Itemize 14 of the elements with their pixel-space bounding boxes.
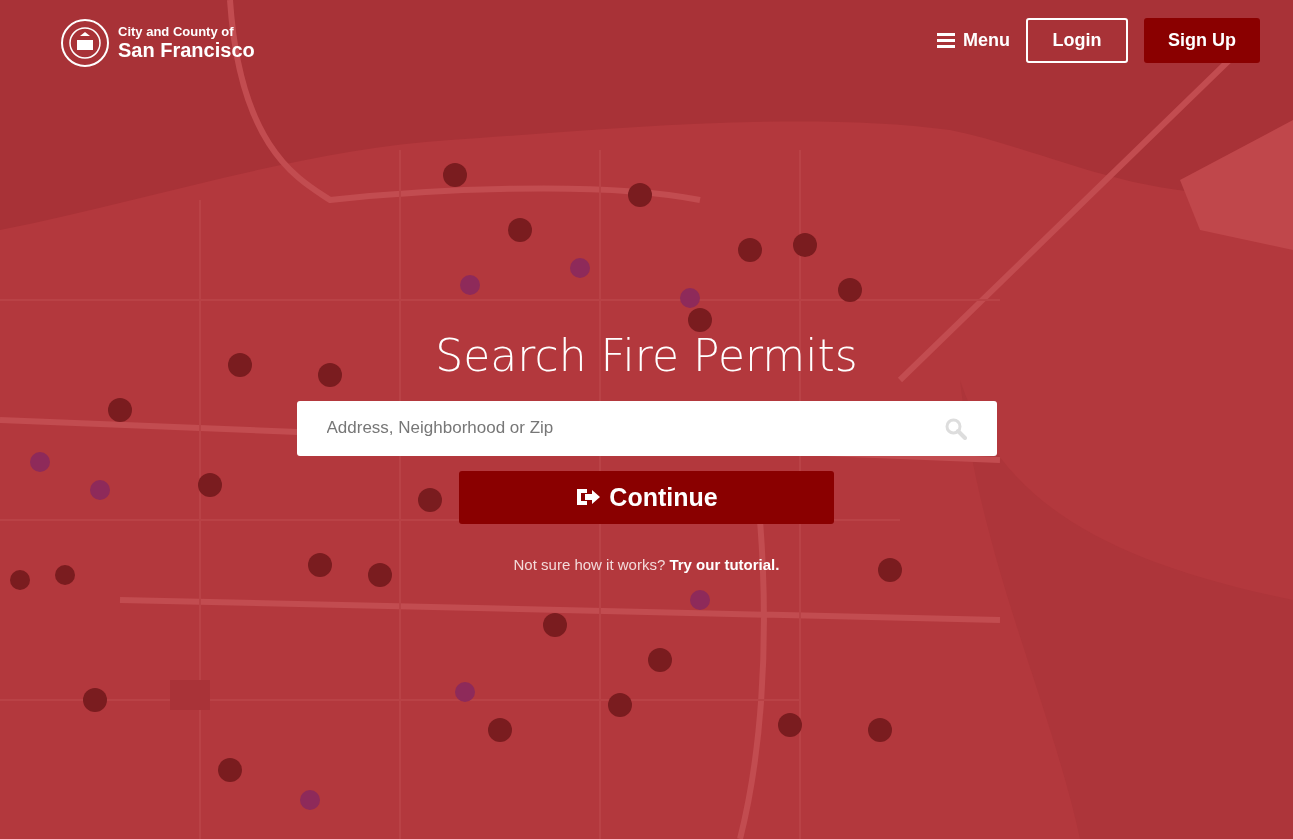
sign-up-button[interactable]: Sign Up xyxy=(1144,18,1260,63)
page-title: Search Fire Permits xyxy=(435,330,858,383)
logo-text: City and County of xyxy=(118,24,235,40)
menu-icon xyxy=(937,33,955,48)
enter-icon xyxy=(575,487,602,508)
help-text: Not sure how it works? Try our tutorial. xyxy=(513,554,780,575)
continue-button[interactable]: Continue xyxy=(459,470,834,524)
logo-title: San Francisco xyxy=(118,39,255,62)
menu-button[interactable]: Menu xyxy=(937,27,1010,54)
seal-icon xyxy=(60,18,110,68)
login-button[interactable]: Login xyxy=(1026,18,1128,63)
search-icon xyxy=(944,417,967,440)
search-field[interactable]: Address, Neighborhood or Zip xyxy=(296,400,997,456)
tutorial-link[interactable]: Try our tutorial. xyxy=(669,555,780,573)
